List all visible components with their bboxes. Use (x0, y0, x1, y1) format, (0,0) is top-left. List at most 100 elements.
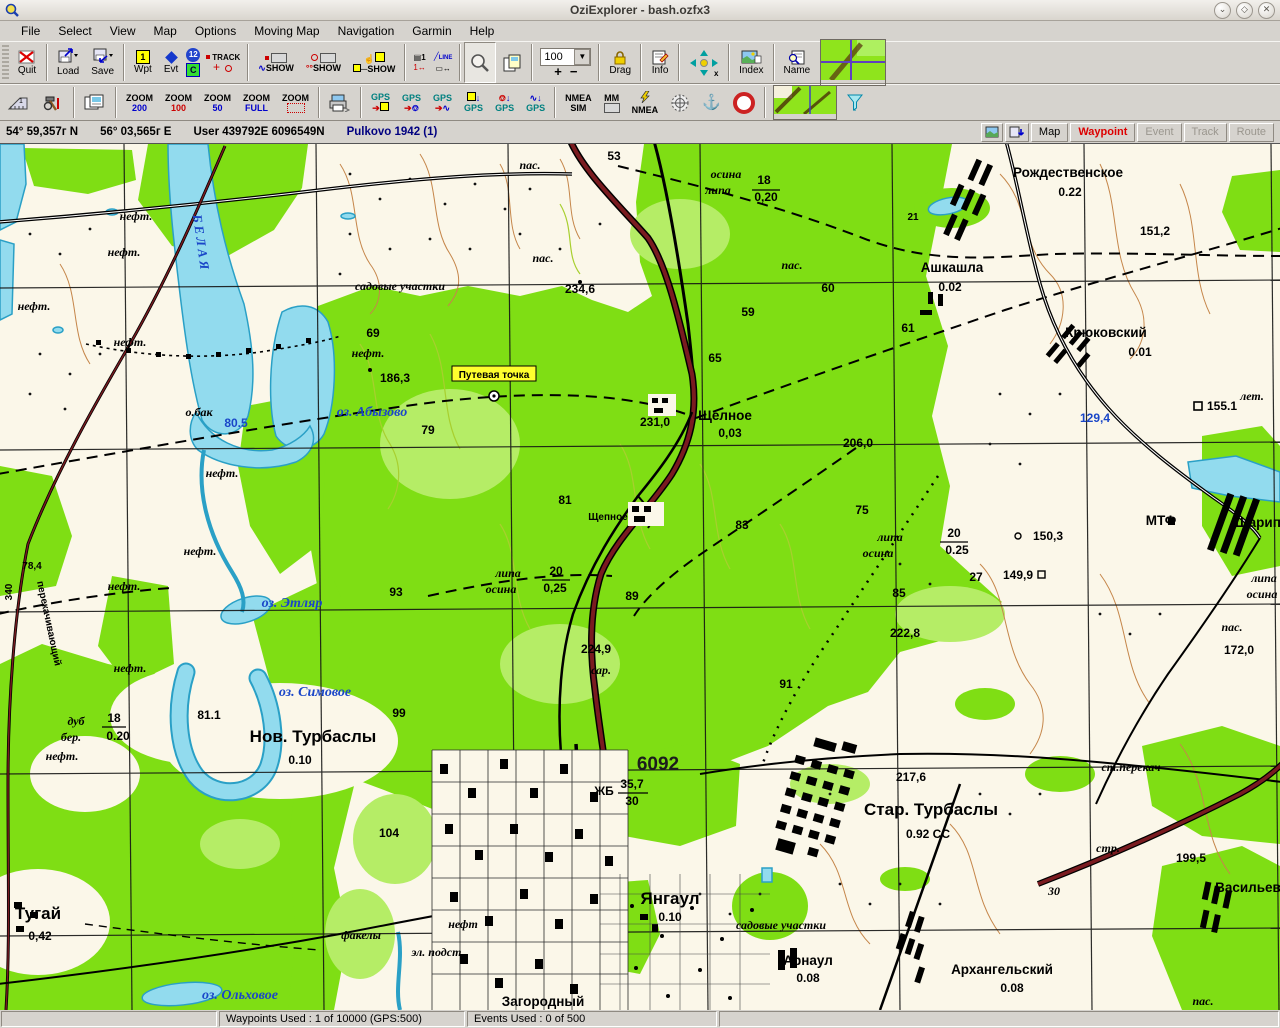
print-button[interactable] (323, 85, 357, 120)
close-button[interactable]: ✕ (1258, 2, 1275, 19)
info-button[interactable]: Info (645, 42, 675, 83)
zoom-percent-select[interactable]: 100 ▼ (540, 48, 591, 66)
show-waypoints-button[interactable]: ∿SHOW (252, 42, 300, 83)
show-names-button[interactable]: ☝ ─SHOW (347, 42, 401, 83)
menu-moving-map[interactable]: Moving Map (245, 22, 328, 40)
protractor-icon: 1 (6, 95, 30, 111)
map-magnifier-preview[interactable] (820, 39, 886, 86)
event-button[interactable]: Evt (158, 42, 184, 83)
pages-icon (502, 53, 522, 73)
tools-button[interactable] (36, 85, 70, 120)
menu-help[interactable]: Help (461, 22, 504, 40)
gps-upload-route-button[interactable]: GPS ➔⎊ (396, 85, 427, 120)
longitude-readout: 56° 03,565г E (100, 126, 171, 138)
pan-arrows-icon: x (689, 49, 719, 77)
pan-control[interactable]: x (683, 42, 725, 83)
ruler-tool-button[interactable]: 1 (0, 85, 36, 120)
zoom-100-button[interactable]: ZOOM100 (159, 85, 198, 120)
comment-toggle[interactable]: C (186, 63, 200, 77)
tab-map[interactable]: Map (1031, 123, 1068, 142)
zoom-in-button[interactable]: + (554, 67, 562, 77)
gps-download-route-button[interactable]: ⎊↓ GPS (489, 85, 520, 120)
map-label: осина (1247, 587, 1278, 601)
waypoint-button[interactable]: 1 Wpt (128, 42, 158, 83)
chevron-down-icon[interactable]: ▼ (574, 49, 590, 65)
image-button[interactable] (78, 85, 112, 120)
maximize-button[interactable]: ◇ (1236, 2, 1253, 19)
magnify-button[interactable] (464, 42, 496, 83)
zoom-out-button[interactable]: − (570, 67, 578, 77)
filter-button[interactable] (841, 85, 869, 120)
satellite-status-button[interactable] (664, 85, 696, 120)
track-toggle[interactable]: TRACK (204, 53, 242, 62)
zoom-window-button[interactable]: ZOOM (276, 85, 315, 120)
gps-download-track-button[interactable]: ∿↓ GPS (520, 85, 551, 120)
index-button[interactable]: Index (733, 42, 769, 83)
toolbar-grip[interactable] (2, 45, 9, 80)
menu-navigation[interactable]: Navigation (329, 22, 404, 40)
save-icon (92, 48, 114, 63)
zoom-200-button[interactable]: ZOOM200 (120, 85, 159, 120)
man-overboard-button[interactable] (727, 85, 761, 120)
status-bar: Waypoints Used : 1 of 10000 (GPS:500) Ev… (0, 1010, 1280, 1028)
name-search-button[interactable]: Name (778, 42, 817, 83)
tab-event[interactable]: Event (1137, 123, 1181, 142)
gps-upload-waypoints-button[interactable]: GPS ➔ (365, 85, 396, 120)
map-label: 217,6 (896, 770, 926, 784)
map-label: Васильево (1215, 880, 1280, 895)
tab-route[interactable]: Route (1229, 123, 1274, 142)
map-label: 234,6 (565, 282, 595, 296)
map-label: нефт. (184, 544, 217, 558)
quit-button[interactable]: Quit (11, 42, 43, 83)
map-label: 0.02 (938, 280, 962, 294)
gps-download-waypoints-button[interactable]: ↓ GPS (458, 85, 489, 120)
save-button[interactable]: Save (85, 42, 120, 83)
waypoint-distance-button[interactable]: 1↔ (411, 63, 427, 72)
track-point-buttons[interactable]: + (204, 63, 242, 73)
map-label: 81.1 (197, 708, 221, 722)
map-label: 0.01 (1128, 345, 1152, 359)
tab-track[interactable]: Track (1184, 123, 1227, 142)
map-label: 155.1 (1207, 399, 1237, 413)
map-label: 27 (969, 570, 983, 584)
image-icon (985, 126, 999, 138)
menu-file[interactable]: File (12, 22, 49, 40)
map-label: 0.10 (288, 753, 312, 767)
tab-waypoint[interactable]: Waypoint (1070, 123, 1135, 142)
map-label: 65 (708, 351, 722, 365)
event-glyph-icon (311, 54, 318, 61)
map-overview-preview[interactable] (773, 85, 837, 120)
map-label: 0,03 (718, 426, 742, 440)
drag-button[interactable]: Drag (603, 42, 637, 83)
menu-select[interactable]: Select (49, 22, 100, 40)
svg-text:1: 1 (19, 98, 23, 105)
show-events-button[interactable]: °°SHOW (300, 42, 347, 83)
zoom-full-button[interactable]: ZOOMFULL (237, 85, 276, 120)
map-label: липа (494, 566, 521, 580)
menu-options[interactable]: Options (186, 22, 245, 40)
pages-button[interactable] (496, 42, 528, 83)
zoom-50-button[interactable]: ZOOM50 (198, 85, 237, 120)
nmea-button[interactable]: NMEA (626, 85, 665, 120)
menu-garmin[interactable]: Garmin (403, 22, 460, 40)
waypoint-number-toggle[interactable]: 12 (186, 48, 200, 62)
gps-upload-track-button[interactable]: GPS ➔∿ (427, 85, 458, 120)
map-label: оз. Ольховое (202, 988, 278, 1003)
load-button[interactable]: Load (51, 42, 85, 83)
map-label: 222,8 (890, 626, 920, 640)
waypoint-list-button[interactable]: ▤1 (411, 53, 427, 62)
node-icon (353, 64, 361, 72)
menu-map[interactable]: Map (145, 22, 186, 40)
minimize-button[interactable]: ⌄ (1214, 2, 1231, 19)
menu-view[interactable]: View (101, 22, 145, 40)
line-tool-button[interactable]: ╱LINE (432, 52, 455, 63)
save-position-button[interactable] (1005, 123, 1029, 142)
ruler-button[interactable]: ▭↔ (432, 64, 455, 73)
map-label: оз. Этляр (262, 596, 323, 611)
anchor-alarm-button[interactable]: ⚓ (696, 85, 727, 120)
moving-map-button[interactable]: MM (598, 85, 626, 120)
nmea-simulator-button[interactable]: NMEASIM (559, 85, 598, 120)
screenshot-button[interactable] (981, 123, 1003, 142)
map-canvas[interactable]: пас.53осиналипа180,20Рождественское0.22н… (0, 144, 1280, 1010)
panel-glyph-icon (271, 53, 287, 63)
